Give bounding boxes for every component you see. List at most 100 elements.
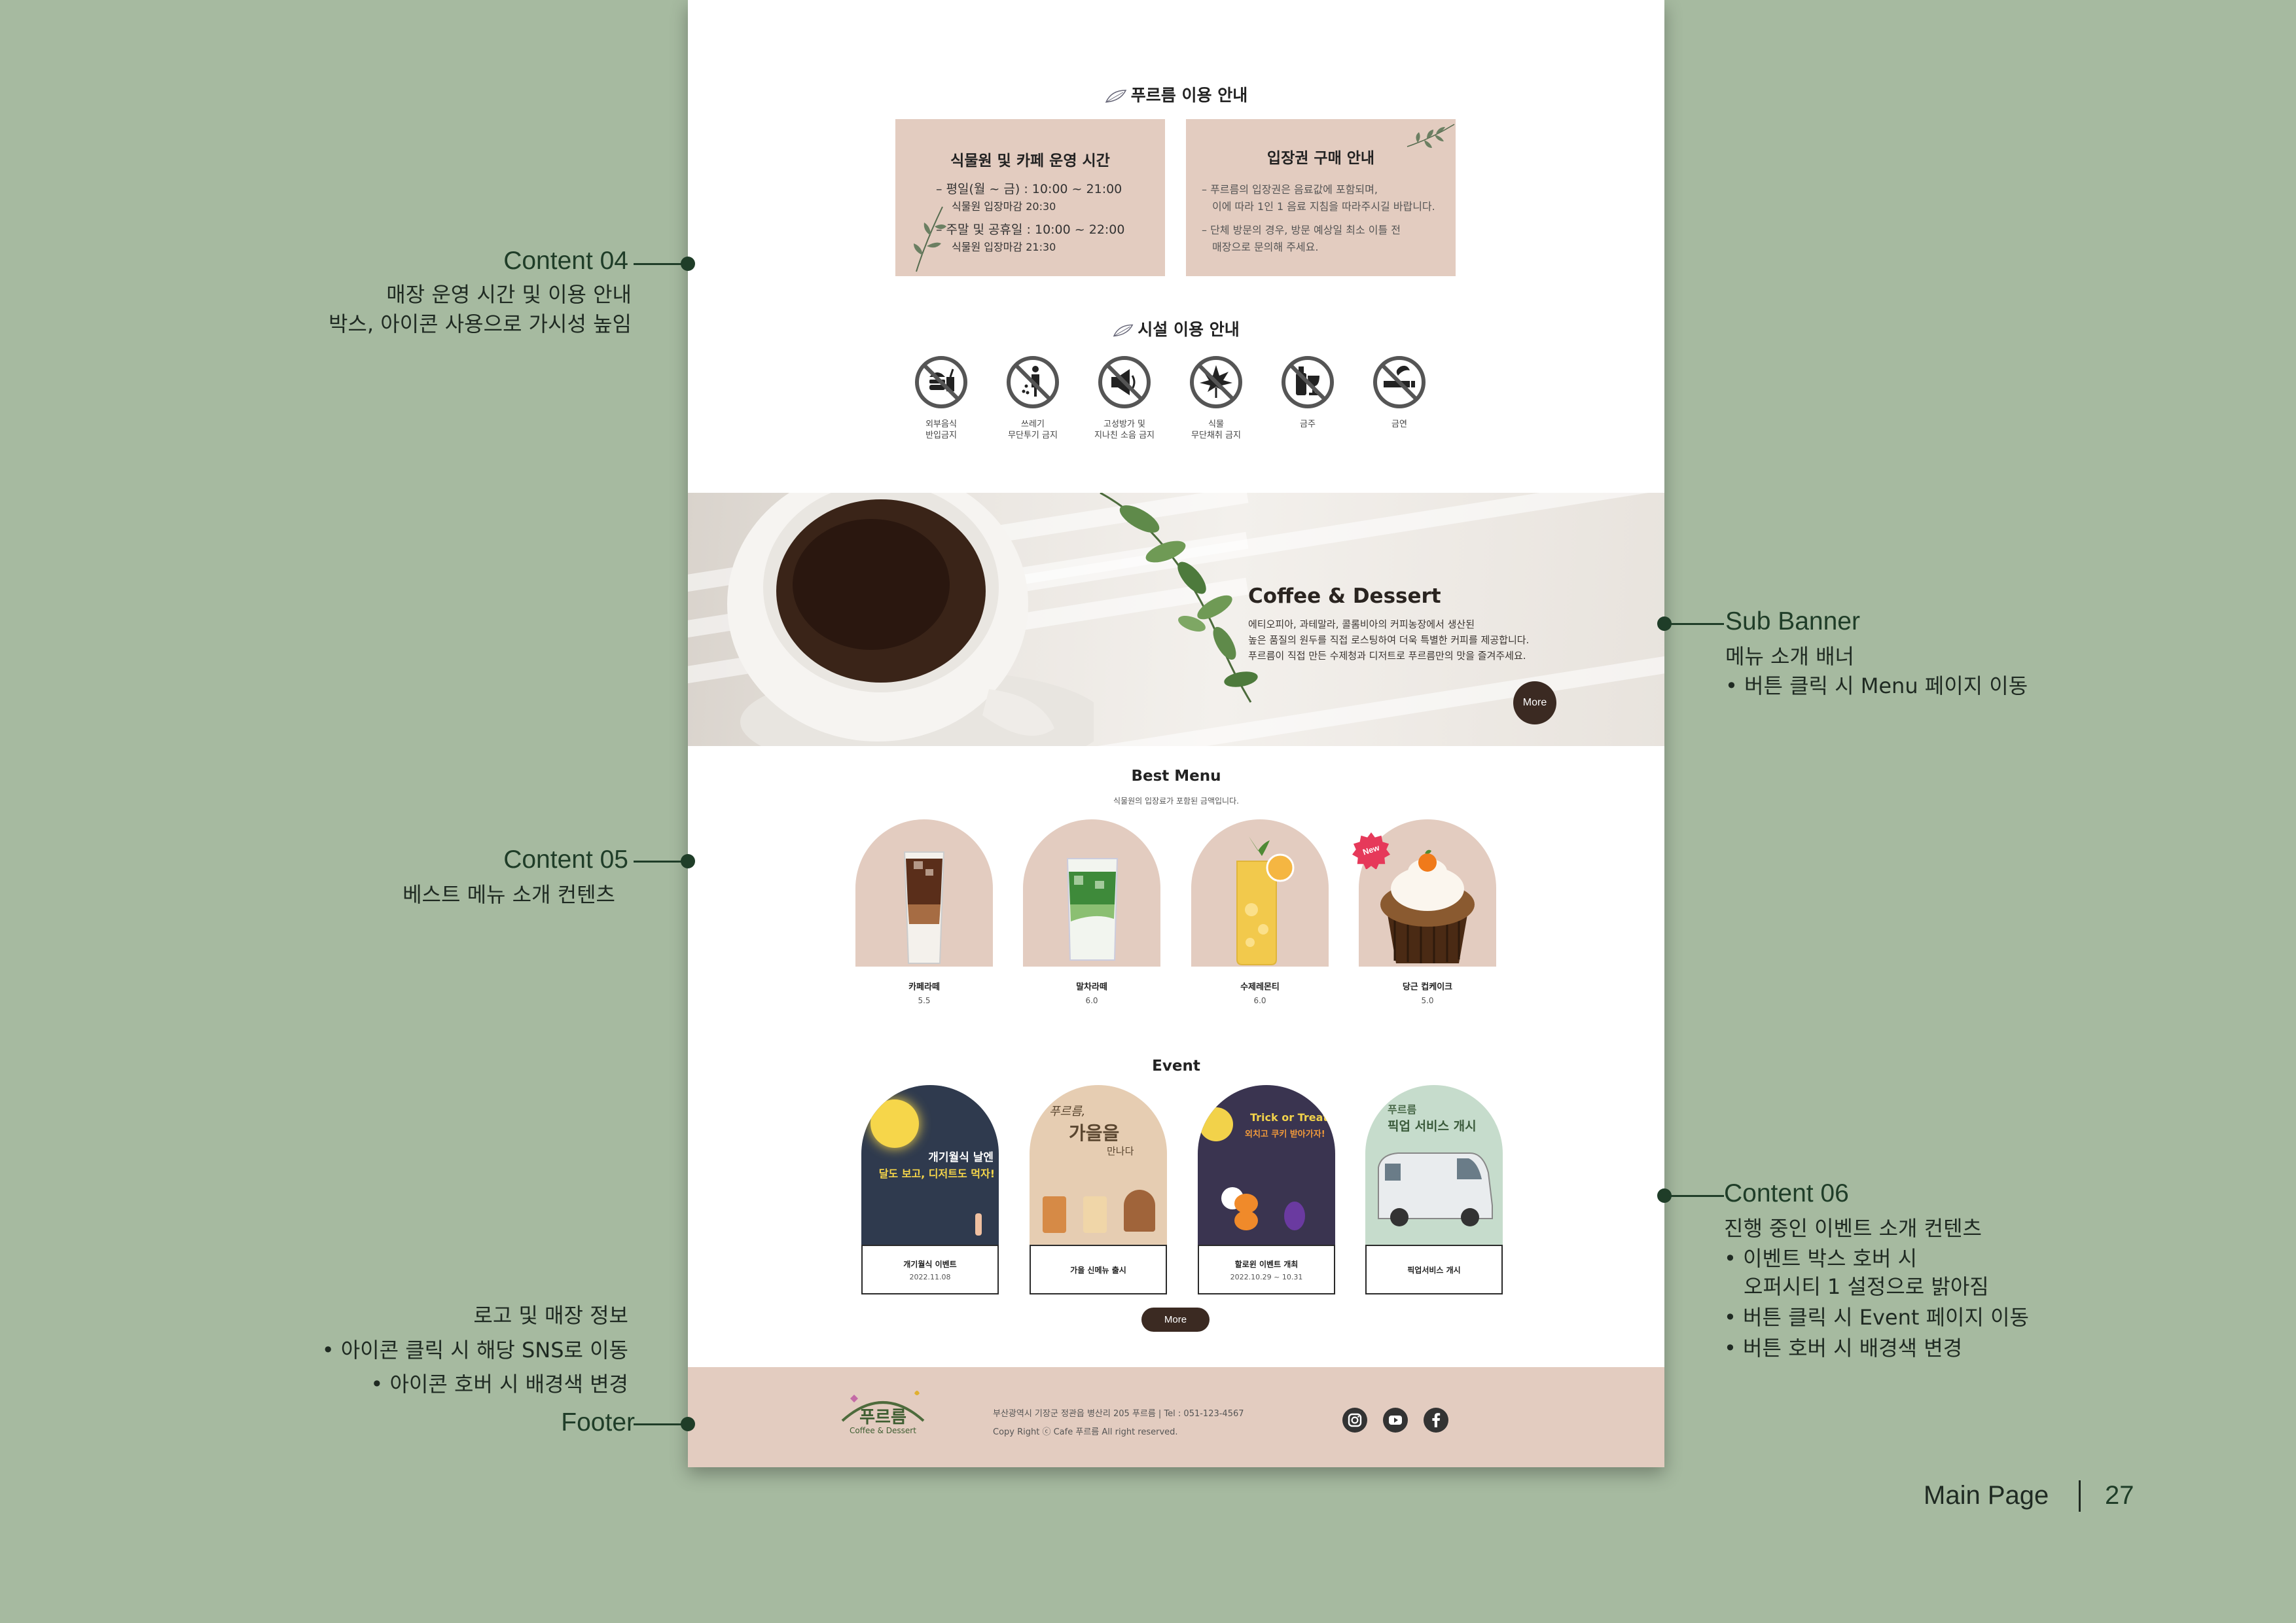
- matcha-latte-image: [1066, 858, 1119, 961]
- hours-weekend: – 주말 및 공휴일 : 10:00 ~ 22:00: [936, 223, 1125, 237]
- menu-item-matcha-latte[interactable]: 말차라떼 6.0: [1023, 819, 1160, 1005]
- event-poster-text: 만나다: [1107, 1145, 1134, 1157]
- facility-item-littering: 쓰레기 무단투기 금지: [984, 355, 1082, 441]
- annotation-text: 박스, 아이콘 사용으로 가시성 높임: [328, 312, 632, 336]
- event-poster-text: 픽업 서비스 개시: [1388, 1119, 1477, 1133]
- event-caption-box: 할로윈 이벤트 개최 2022.10.29 ~ 10.31: [1198, 1245, 1335, 1294]
- green-leaves-decoration: [1100, 493, 1258, 703]
- annotation-footer-heading: Footer: [561, 1408, 635, 1436]
- no-smoking-icon: [1373, 356, 1426, 408]
- annotation-text: 매장 운영 시간 및 이용 안내: [386, 282, 632, 307]
- ticket-line-4: 매장으로 문의해 주세요.: [1212, 241, 1319, 253]
- annotation-text: • 이벤트 박스 호버 시: [1724, 1246, 1918, 1271]
- annotation-text: 로고 및 매장 정보: [473, 1303, 628, 1328]
- event-caption-box: 가을 신메뉴 출시: [1030, 1245, 1167, 1294]
- footer-logo[interactable]: 푸르름 Coffee & Dessert: [837, 1388, 929, 1440]
- ticket-line-3: – 단체 방문의 경우, 방문 예상일 최소 이틀 전: [1202, 224, 1401, 236]
- event-poster-text: 달도 보고, 디저트도 먹자!: [878, 1168, 995, 1180]
- event-caption-box: 개기월식 이벤트 2022.11.08: [861, 1245, 999, 1294]
- event-poster-text: 개기월식 날엔: [928, 1151, 994, 1164]
- branch-decoration-icon: [914, 206, 946, 272]
- no-littering-icon: [1007, 356, 1059, 408]
- facility-label: 금연: [1391, 419, 1407, 429]
- hours-box-title: 식물원 및 카페 운영 시간: [950, 152, 1110, 169]
- annotation-text: 오퍼시티 1 설정으로 밝아짐: [1744, 1274, 1989, 1299]
- new-badge-icon: New: [1352, 832, 1390, 869]
- event-poster-text: 푸르름,: [1049, 1105, 1086, 1118]
- event-card-lunar-eclipse[interactable]: 개기월식 날엔 달도 보고, 디저트도 먹자! 개기월식 이벤트 2022.11…: [861, 1085, 999, 1294]
- facebook-icon: [1432, 1413, 1441, 1427]
- instagram-link[interactable]: [1342, 1408, 1367, 1433]
- facility-title-text: 시설 이용 안내: [1138, 320, 1240, 339]
- annotation-text: • 버튼 호버 시 배경색 변경: [1724, 1336, 1963, 1361]
- hours-weekday-last-entry: 식물원 입장마감 20:30: [952, 200, 1056, 213]
- cafe-latte-image: [903, 851, 945, 964]
- no-plant-picking-icon: [1190, 356, 1242, 408]
- event-caption-title: 가을 신메뉴 출시: [1070, 1265, 1126, 1275]
- annotation-text: 진행 중인 이벤트 소개 컨텐츠: [1724, 1216, 1982, 1241]
- ticket-line-1: – 푸르름의 입장권은 음료값에 포함되며,: [1202, 183, 1378, 196]
- sub-banner: Coffee & Dessert 에티오피아, 과테말라, 콜롬비아의 커피농장…: [688, 493, 1664, 746]
- menu-item-price: 6.0: [1085, 996, 1098, 1005]
- footer-copyright: Copy Right ⓒ Cafe 푸르름 All right reserved…: [993, 1427, 1178, 1437]
- event-poster-text: 외치고 쿠키 받아가자!: [1245, 1130, 1325, 1139]
- menu-item-image-frame: [855, 819, 993, 967]
- event-poster-text: 푸르름: [1388, 1103, 1417, 1116]
- annotation-text: 메뉴 소개 배너: [1725, 644, 1854, 669]
- annotation-marker: [681, 257, 695, 271]
- website-mockup: 푸르름 이용 안내 식물원 및 카페 운영 시간 – 평일(월 ~ 금) : 1…: [688, 0, 1664, 1467]
- logo-text: 푸르름: [859, 1408, 906, 1427]
- menu-item-image-frame: [1023, 819, 1160, 967]
- lemon-tea-image: [1236, 836, 1295, 965]
- facility-item-alcohol: 금주: [1259, 355, 1357, 430]
- youtube-link[interactable]: [1383, 1408, 1408, 1433]
- leaf-icon: [1113, 324, 1134, 337]
- menu-item-price: 5.0: [1421, 996, 1434, 1005]
- event-more-button[interactable]: More: [1141, 1308, 1210, 1332]
- footer-address: 부산광역시 기장군 정관읍 병산리 205 푸르름 | Tel : 051-12…: [993, 1409, 1244, 1419]
- logo-subtitle: Coffee & Dessert: [850, 1426, 916, 1435]
- menu-item-cafe-latte[interactable]: 카페라떼 5.5: [855, 819, 993, 1005]
- facebook-link[interactable]: [1424, 1408, 1448, 1433]
- event-poster-text: Trick or Treat!: [1250, 1111, 1333, 1124]
- banner-description-line: 에티오피아, 과테말라, 콜롬비아의 커피농장에서 생산된: [1248, 618, 1475, 630]
- event-caption-date: 2022.10.29 ~ 10.31: [1230, 1272, 1303, 1281]
- annotation-marker: [681, 854, 695, 868]
- footer: 푸르름 Coffee & Dessert 부산광역시 기장군 정관읍 병산리 2…: [688, 1367, 1664, 1467]
- event-card-pickup-service[interactable]: 푸르름 픽업 서비스 개시 픽업서비스 개시: [1365, 1085, 1503, 1294]
- menu-item-name: 당근 컵케이크: [1402, 982, 1453, 992]
- carrot-cupcake-image: [1380, 849, 1475, 963]
- event-caption-date: 2022.11.08: [909, 1272, 951, 1281]
- banner-description-line: 푸르름이 직접 만든 수제청과 디저트로 푸르름만의 맛을 즐겨주세요.: [1248, 650, 1526, 662]
- banner-more-button[interactable]: More: [1513, 681, 1556, 724]
- event-card-halloween[interactable]: Trick or Treat! 외치고 쿠키 받아가자! 할로윈 이벤트 개최 …: [1198, 1085, 1335, 1294]
- annotation-text: • 아이콘 호버 시 배경색 변경: [370, 1372, 628, 1397]
- facility-section-title: 시설 이용 안내: [688, 317, 1664, 340]
- hours-weekend-last-entry: 식물원 입장마감 21:30: [952, 241, 1056, 253]
- menu-item-image-frame: [1191, 819, 1329, 967]
- annotation-connector: [1664, 1195, 1724, 1197]
- facility-item-noise: 고성방가 및 지나친 소음 금지: [1075, 355, 1174, 441]
- event-poster: 푸르름, 가을을 만나다: [1030, 1085, 1167, 1245]
- event-poster: Trick or Treat! 외치고 쿠키 받아가자!: [1198, 1085, 1335, 1245]
- best-menu-title: Best Menu: [1131, 768, 1221, 785]
- event-caption-title: 할로윈 이벤트 개최: [1234, 1259, 1299, 1269]
- annotation-content05-heading: Content 05: [503, 846, 628, 874]
- menu-item-lemon-tea[interactable]: 수제레몬티 6.0: [1191, 819, 1329, 1005]
- annotation-connector: [1664, 623, 1724, 625]
- no-loud-noise-icon: [1098, 356, 1151, 408]
- leaf-icon: [1105, 90, 1126, 103]
- page-label: Main Page: [1924, 1481, 2049, 1510]
- event-poster: 푸르름 픽업 서비스 개시: [1365, 1085, 1503, 1245]
- facility-item-plant: 식물 무단채취 금지: [1167, 355, 1265, 441]
- guide-section-title: 푸르름 이용 안내: [688, 82, 1664, 106]
- delivery-van-illustration: [1378, 1152, 1493, 1226]
- menu-item-carrot-cupcake[interactable]: New 당근 컵케이크 5.0: [1352, 819, 1496, 1005]
- event-card-autumn-menu[interactable]: 푸르름, 가을을 만나다 가을 신메뉴 출시: [1030, 1085, 1167, 1294]
- event-poster-text: 가을을: [1069, 1122, 1120, 1144]
- menu-item-price: 5.5: [918, 996, 931, 1005]
- facility-label: 고성방가 및 지나친 소음 금지: [1094, 419, 1155, 440]
- menu-item-name: 카페라떼: [908, 982, 940, 992]
- annotation-content04-heading: Content 04: [503, 247, 628, 275]
- annotation-text: • 버튼 클릭 시 Event 페이지 이동: [1724, 1305, 2029, 1330]
